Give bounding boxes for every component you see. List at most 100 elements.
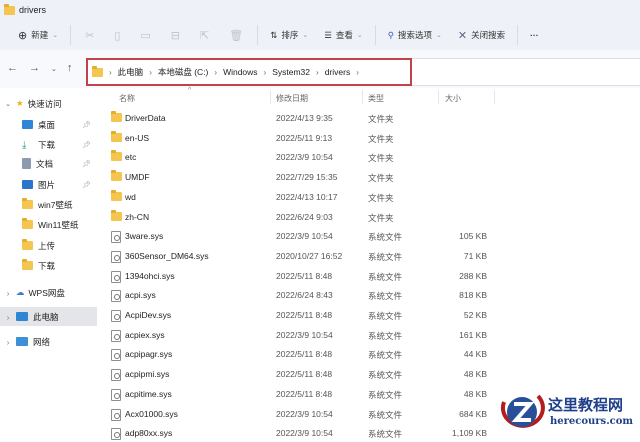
- file-date: 2022/3/9 10:54: [276, 329, 333, 340]
- file-row[interactable]: 360Sensor_DM64.sys 2020/10/27 16:52 系统文件 71…: [100, 246, 520, 265]
- sidebar-label: 下载: [38, 260, 56, 271]
- sidebar-item-upload[interactable]: 上传: [0, 236, 97, 255]
- system-file-icon: [111, 231, 121, 244]
- divider: [257, 25, 259, 45]
- file-size: 684 KB: [459, 408, 487, 419]
- divider: [374, 25, 376, 45]
- breadcrumb[interactable]: drivers: [325, 67, 351, 77]
- file-date: 2022/5/11 8:48: [276, 349, 333, 360]
- sidebar-item-documents[interactable]: 文档 📌︎: [0, 154, 97, 173]
- file-row[interactable]: zh-CN 2022/6/24 9:03 文件夹: [100, 207, 520, 226]
- breadcrumb[interactable]: System32: [272, 67, 310, 77]
- sidebar-wps[interactable]: › ☁ WPS网盘: [0, 283, 97, 302]
- file-row[interactable]: acpi.sys 2022/6/24 8:43 系统文件 818 KB: [100, 285, 520, 304]
- file-date: 2022/4/13 10:17: [276, 191, 338, 202]
- sidebar-quick-access[interactable]: ⌄ ★ 快速访问: [0, 94, 97, 113]
- sidebar-item-downloads[interactable]: ⤓ 下载 📌︎: [0, 135, 97, 154]
- chevron-right-icon: ›: [214, 67, 218, 77]
- rename-button[interactable]: ⊟: [161, 23, 190, 47]
- close-search-button[interactable]: ✕ 关闭搜索: [450, 23, 513, 47]
- address-bar[interactable]: › 此电脑 › 本地磁盘 (C:) › Windows › System32 ›…: [86, 58, 412, 86]
- chevron-down-icon: ⌄: [302, 32, 309, 39]
- recent-dropdown[interactable]: ⌄: [51, 65, 57, 73]
- file-type: 文件夹: [368, 133, 394, 144]
- file-row[interactable]: en-US 2022/5/11 9:13 文件夹: [100, 128, 520, 147]
- star-icon: ★: [16, 98, 24, 108]
- file-row[interactable]: etc 2022/3/9 10:54 文件夹: [100, 147, 520, 166]
- sidebar-network[interactable]: › 网络: [0, 332, 97, 351]
- share-button[interactable]: ⇱: [190, 23, 219, 47]
- file-type: 系统文件: [368, 409, 403, 420]
- file-size: 52 KB: [463, 310, 487, 320]
- delete-button[interactable]: 🗑︎: [219, 23, 253, 47]
- sidebar-item-win11[interactable]: Win11壁纸: [0, 215, 97, 234]
- file-date: 2022/3/9 10:54: [276, 428, 333, 439]
- file-size: 105 KB: [459, 231, 487, 242]
- file-name: UMDF: [125, 172, 150, 183]
- file-row[interactable]: acpipmi.sys 2022/5/11 8:48 系统文件 48 KB: [100, 364, 520, 383]
- column-size[interactable]: 大小: [445, 93, 461, 104]
- file-date: 2022/5/11 8:48: [276, 369, 333, 380]
- breadcrumb[interactable]: Windows: [223, 67, 257, 77]
- file-type: 文件夹: [368, 173, 394, 184]
- sidebar-item-win7[interactable]: win7壁纸: [0, 195, 97, 214]
- system-file-icon: [111, 428, 121, 441]
- file-row[interactable]: AcpiDev.sys 2022/5/11 8:48 系统文件 52 KB: [100, 305, 520, 324]
- sidebar-item-pictures[interactable]: 图片 📌︎: [0, 175, 97, 194]
- file-row[interactable]: wd 2022/4/13 10:17 文件夹: [100, 187, 520, 206]
- cut-button[interactable]: ✂: [75, 23, 104, 47]
- back-button[interactable]: ←: [7, 62, 18, 74]
- system-file-icon: [111, 369, 121, 382]
- breadcrumb[interactable]: 此电脑: [118, 66, 144, 78]
- column-divider[interactable]: [438, 90, 439, 104]
- file-date: 2022/5/11 8:48: [276, 310, 333, 320]
- column-date[interactable]: 修改日期: [276, 93, 308, 104]
- folder-icon: [111, 130, 122, 142]
- file-date: 2020/10/27 16:52: [276, 250, 343, 261]
- column-name[interactable]: 名称: [119, 93, 135, 104]
- file-name: 3ware.sys: [125, 231, 164, 242]
- file-size: 288 KB: [459, 270, 487, 281]
- file-row[interactable]: 1394ohci.sys 2022/5/11 8:48 系统文件 288 KB: [100, 266, 520, 285]
- column-divider[interactable]: [494, 90, 495, 104]
- chevron-right-icon: ›: [263, 67, 267, 77]
- sidebar-label: 下载: [38, 139, 56, 150]
- column-type[interactable]: 类型: [368, 93, 384, 104]
- address-bar-extension[interactable]: [412, 58, 640, 86]
- paste-button[interactable]: ▭: [130, 23, 160, 47]
- file-row[interactable]: Acx01000.sys 2022/3/9 10:54 系统文件 684 KB: [100, 404, 520, 423]
- file-type: 系统文件: [368, 370, 403, 381]
- up-button[interactable]: ↑: [67, 62, 73, 74]
- file-row[interactable]: adp80xx.sys 2022/3/9 10:54 系统文件 1,109 KB: [100, 423, 520, 442]
- download-icon: ⤓: [22, 140, 27, 151]
- sidebar-this-pc[interactable]: › 此电脑: [0, 307, 97, 326]
- column-divider[interactable]: [362, 90, 363, 104]
- sidebar-item-desktop[interactable]: 桌面 📌︎: [0, 115, 97, 134]
- pin-icon: 📌︎: [82, 181, 91, 189]
- folder-icon: [111, 150, 122, 162]
- file-type: 系统文件: [368, 251, 403, 262]
- sidebar-label: 文档: [36, 158, 54, 169]
- more-button[interactable]: ···: [522, 23, 547, 47]
- forward-button[interactable]: →: [29, 62, 40, 74]
- chevron-right-icon: ›: [356, 67, 359, 77]
- folder-icon: [111, 111, 122, 122]
- file-row[interactable]: acpiex.sys 2022/3/9 10:54 系统文件 161 KB: [100, 325, 520, 344]
- file-date: 2022/5/11 8:48: [276, 388, 333, 399]
- copy-button[interactable]: ▯: [104, 23, 130, 47]
- file-row[interactable]: acpitime.sys 2022/5/11 8:48 系统文件 48 KB: [100, 384, 520, 403]
- view-button[interactable]: ☰ 查看 ⌄: [316, 23, 371, 47]
- column-divider[interactable]: [270, 90, 271, 104]
- breadcrumb[interactable]: 本地磁盘 (C:): [158, 66, 209, 78]
- sidebar-label: 此电脑: [33, 311, 59, 322]
- search-options-button[interactable]: ⚲ 搜索选项 ⌄: [380, 23, 450, 47]
- file-row[interactable]: 3ware.sys 2022/3/9 10:54 系统文件 105 KB: [100, 226, 520, 245]
- sidebar-item-download-folder[interactable]: 下载: [0, 256, 97, 275]
- system-file-icon: [111, 408, 121, 421]
- system-file-icon: [111, 250, 121, 263]
- file-row[interactable]: DriverData 2022/4/13 9:35 文件夹: [100, 108, 520, 127]
- file-row[interactable]: UMDF 2022/7/29 15:35 文件夹: [100, 167, 520, 186]
- new-button[interactable]: ⊕ 新建 ⌄: [10, 23, 66, 47]
- sort-button[interactable]: ⇅ 排序 ⌄: [262, 23, 316, 47]
- file-row[interactable]: acpipagr.sys 2022/5/11 8:48 系统文件 44 KB: [100, 344, 520, 363]
